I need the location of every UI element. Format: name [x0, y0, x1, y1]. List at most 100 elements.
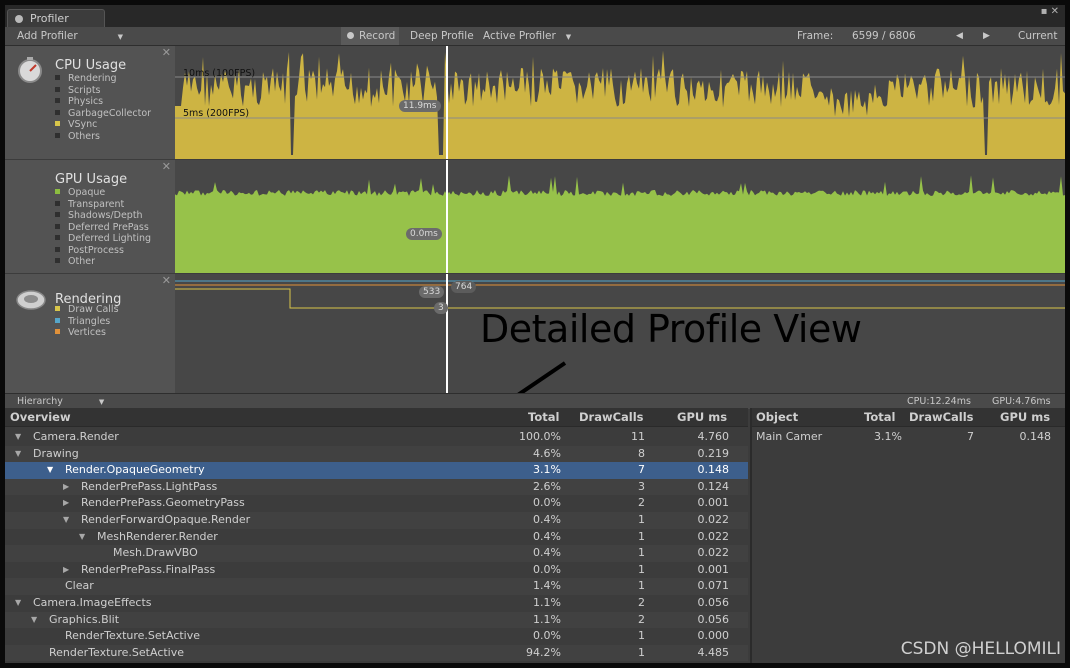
- row-total: 100.0%: [519, 430, 561, 443]
- row-total: 0.4%: [533, 513, 561, 526]
- chevron-down-icon: ▼: [98, 398, 105, 406]
- row-dc: 8: [638, 446, 645, 460]
- row-gpu: 0.022: [697, 546, 730, 560]
- row-dc: 2: [638, 596, 645, 609]
- row-gpu: 0.056: [697, 612, 730, 626]
- table-row[interactable]: ▼ RenderForwardOpaque.Render 0.4% 1 0.022: [5, 512, 748, 529]
- collapse-arrow-icon[interactable]: ▶: [63, 562, 69, 579]
- table-row[interactable]: RenderTexture.SetActive 0.0% 1 0.000: [5, 628, 748, 645]
- row-total: 1.1%: [533, 612, 561, 626]
- table-row[interactable]: ▼ Camera.ImageEffects 1.1% 2 0.056: [5, 595, 748, 612]
- row-name: Graphics.Blit: [49, 612, 120, 626]
- col-total[interactable]: Total: [528, 408, 559, 426]
- expand-arrow-icon[interactable]: ▼: [15, 595, 21, 612]
- row-gpu: 4.760: [697, 430, 730, 443]
- row-name: RenderPrePass.GeometryPass: [81, 496, 245, 510]
- row-dc: 2: [638, 496, 645, 510]
- table-row[interactable]: ▶ RenderPrePass.GeometryPass 0.0% 2 0.001: [5, 495, 748, 512]
- row-dc: 1: [638, 579, 645, 593]
- col-object[interactable]: Object: [756, 408, 798, 426]
- row-gpu: 0.071: [697, 579, 730, 593]
- expand-arrow-icon[interactable]: ▼: [47, 462, 53, 479]
- row-name: RenderPrePass.FinalPass: [81, 562, 216, 576]
- table-row[interactable]: ▼ Camera.Render 100.0% 11 4.760: [5, 429, 748, 446]
- expand-arrow-icon[interactable]: ▼: [79, 529, 85, 546]
- object-name: Main Camer: [756, 430, 823, 443]
- row-total: 1.4%: [533, 579, 561, 593]
- col-drawcalls[interactable]: DrawCalls: [909, 408, 974, 426]
- col-drawcalls[interactable]: DrawCalls: [579, 408, 644, 426]
- row-name: Clear: [65, 579, 94, 593]
- row-total: 0.4%: [533, 546, 561, 560]
- col-overview[interactable]: Overview: [10, 408, 71, 426]
- row-dc: 1: [638, 629, 645, 643]
- object-total: 3.1%: [874, 430, 902, 443]
- row-total: 94.2%: [526, 645, 561, 659]
- table-row[interactable]: ▼ Drawing 4.6% 8 0.219: [5, 445, 748, 463]
- row-dc: 3: [638, 479, 645, 493]
- col-gpu-ms[interactable]: GPU ms: [677, 408, 727, 426]
- row-total: 3.1%: [533, 463, 561, 477]
- collapse-arrow-icon[interactable]: ▶: [63, 479, 69, 496]
- row-gpu: 0.056: [697, 596, 730, 609]
- row-gpu: 0.000: [697, 629, 730, 643]
- row-total: 1.1%: [533, 596, 561, 609]
- row-dc: 1: [638, 513, 645, 526]
- row-dc: 7: [638, 463, 645, 477]
- row-dc: 1: [638, 562, 645, 576]
- table-row[interactable]: ▶ RenderPrePass.LightPass 2.6% 3 0.124: [5, 478, 748, 496]
- watermark: CSDN @HELLOMILI: [900, 639, 1061, 659]
- row-gpu: 4.485: [697, 645, 730, 659]
- row-gpu: 0.001: [697, 562, 730, 576]
- row-name: Camera.ImageEffects: [33, 596, 152, 609]
- object-table: Object Total DrawCalls GPU ms Main Camer…: [750, 408, 1065, 663]
- row-total: 0.0%: [533, 629, 561, 643]
- overview-table: Overview Total DrawCalls GPU ms ▼ Camera.…: [5, 408, 748, 663]
- table-row[interactable]: ▼ MeshRenderer.Render 0.4% 1 0.022: [5, 529, 748, 546]
- row-name: Mesh.DrawVBO: [113, 546, 198, 560]
- row-name: RenderTexture.SetActive: [65, 629, 201, 643]
- object-gpu-ms: 0.148: [1019, 430, 1052, 443]
- expand-arrow-icon[interactable]: ▼: [63, 512, 69, 529]
- table-row[interactable]: Mesh.DrawVBO 0.4% 1 0.022: [5, 545, 748, 562]
- row-gpu: 0.022: [697, 513, 730, 526]
- object-drawcalls: 7: [967, 430, 974, 443]
- row-name: Drawing: [33, 446, 79, 460]
- row-name: RenderTexture.SetActive: [49, 645, 185, 659]
- table-row[interactable]: ▼ Render.OpaqueGeometry 3.1% 7 0.148: [5, 462, 748, 479]
- table-row[interactable]: Clear 1.4% 1 0.071: [5, 578, 748, 595]
- table-row[interactable]: ▼ Graphics.Blit 1.1% 2 0.056: [5, 611, 748, 629]
- table-row[interactable]: ▶ RenderPrePass.FinalPass 0.0% 1 0.001: [5, 562, 748, 579]
- row-gpu: 0.124: [697, 479, 730, 493]
- collapse-arrow-icon[interactable]: ▶: [63, 495, 69, 512]
- col-gpu-ms[interactable]: GPU ms: [1000, 408, 1050, 426]
- object-table-header: Object Total DrawCalls GPU ms: [752, 408, 1065, 427]
- row-dc: 2: [638, 612, 645, 626]
- gpu-time: GPU:4.76ms: [992, 396, 1051, 407]
- cpu-time: CPU:12.24ms: [907, 396, 971, 407]
- row-name: MeshRenderer.Render: [97, 529, 218, 543]
- row-dc: 1: [638, 529, 645, 543]
- row-total: 0.0%: [533, 496, 561, 510]
- row-gpu: 0.148: [697, 463, 730, 477]
- row-dc: 1: [638, 546, 645, 560]
- profiler-window: Profiler ▪ ✕ Add Profiler ▼ Record Deep P…: [5, 5, 1065, 663]
- row-total: 2.6%: [533, 479, 561, 493]
- row-dc: 11: [631, 430, 645, 443]
- row-gpu: 0.001: [697, 496, 730, 510]
- row-dc: 1: [638, 645, 645, 659]
- row-name: Camera.Render: [33, 430, 119, 443]
- expand-arrow-icon[interactable]: ▼: [15, 446, 21, 463]
- row-gpu: 0.022: [697, 529, 730, 543]
- hierarchy-bar: Hierarchy ▼ CPU:12.24ms GPU:4.76ms: [5, 393, 1065, 409]
- expand-arrow-icon[interactable]: ▼: [31, 612, 37, 629]
- table-row[interactable]: RenderTexture.SetActive 94.2% 1 4.485: [5, 644, 748, 662]
- row-gpu: 0.219: [697, 446, 730, 460]
- row-name: RenderPrePass.LightPass: [81, 479, 218, 493]
- overview-table-header: Overview Total DrawCalls GPU ms: [5, 408, 748, 427]
- row-name: RenderForwardOpaque.Render: [81, 513, 251, 526]
- expand-arrow-icon[interactable]: ▼: [15, 429, 21, 446]
- col-total[interactable]: Total: [864, 408, 895, 426]
- table-row[interactable]: Main Camer 3.1% 7 0.148: [752, 429, 1065, 446]
- row-total: 0.0%: [533, 562, 561, 576]
